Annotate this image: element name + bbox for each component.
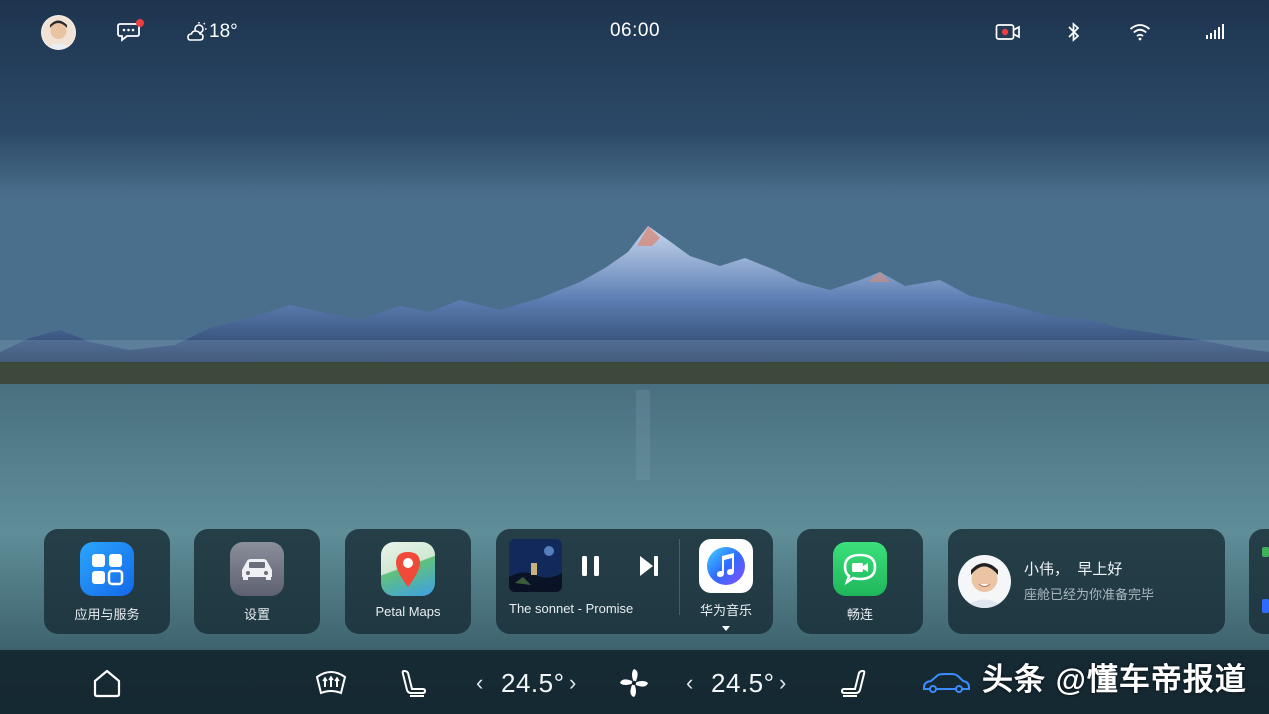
status-icon [1262, 599, 1269, 613]
app-label: Petal Maps [375, 604, 441, 619]
fan-icon [620, 669, 648, 697]
fan-button[interactable] [618, 666, 650, 700]
map-pin-icon [381, 542, 435, 596]
weather-widget[interactable]: 18° [185, 19, 238, 45]
music-app-label: 华为音乐 [699, 603, 752, 618]
right-temp-decrease[interactable]: ‹ [686, 666, 693, 700]
user-avatar[interactable] [41, 15, 76, 50]
car-icon [923, 673, 970, 693]
avatar-face-icon [46, 20, 71, 49]
notification-dot [136, 19, 144, 27]
greeting-subtitle: 座舱已经为你准备完毕 [1024, 587, 1155, 602]
app-card-petal-maps[interactable]: Petal Maps [345, 529, 471, 634]
status-bar: 18° 06:00 [0, 0, 1269, 64]
signal-icon [1205, 19, 1225, 45]
camera-record-icon[interactable] [995, 19, 1021, 45]
pause-button[interactable] [580, 554, 602, 583]
left-temp-increase[interactable]: › [569, 666, 576, 700]
defrost-button[interactable] [314, 666, 348, 700]
watermark: 头条 @懂车帝报道 [982, 662, 1247, 697]
partial-card[interactable] [1249, 529, 1269, 634]
left-temperature: 24.5° [501, 667, 565, 698]
greeting-title: 小伟， 早上好 [1024, 561, 1123, 578]
next-track-button[interactable] [638, 554, 660, 583]
avatar [958, 555, 1011, 608]
app-label: 畅连 [846, 607, 873, 622]
defrost-icon [315, 671, 347, 695]
app-card-settings[interactable]: 设置 [194, 529, 320, 634]
right-temp-increase[interactable]: › [779, 666, 786, 700]
left-temp-decrease[interactable]: ‹ [476, 666, 483, 700]
clock: 06:00 [609, 20, 661, 41]
expand-down-icon[interactable] [722, 618, 730, 636]
message-icon[interactable] [117, 19, 144, 45]
app-label: 设置 [243, 607, 270, 622]
app-label: 应用与服务 [74, 607, 140, 622]
car-settings-icon [230, 542, 284, 596]
app-grid-icon [80, 542, 134, 596]
app-card-changlian[interactable]: 畅连 [797, 529, 923, 634]
seat-icon [840, 669, 866, 697]
music-player-card[interactable]: The sonnet - Promise 华为音乐 [496, 529, 773, 634]
partly-cloudy-icon [187, 22, 207, 41]
divider [679, 539, 680, 615]
right-temperature: 24.5° [711, 667, 775, 698]
battery-icon [1262, 547, 1269, 557]
app-card-services[interactable]: 应用与服务 [44, 529, 170, 634]
video-call-icon [833, 542, 887, 596]
album-art[interactable] [509, 539, 562, 592]
wifi-icon[interactable] [1129, 19, 1151, 45]
weather-temperature: 18° [209, 21, 238, 42]
home-icon [93, 669, 121, 698]
vehicle-button[interactable] [921, 666, 971, 700]
track-title: The sonnet - Promise [509, 601, 634, 616]
music-app-icon[interactable] [699, 539, 753, 593]
home-button[interactable] [91, 666, 123, 700]
seat-heat-right-button[interactable] [839, 666, 869, 700]
seat-icon [401, 669, 427, 697]
greeting-card[interactable]: 小伟， 早上好 座舱已经为你准备完毕 [948, 529, 1225, 634]
seat-heat-left-button[interactable] [398, 666, 428, 700]
bluetooth-icon[interactable] [1066, 19, 1082, 45]
